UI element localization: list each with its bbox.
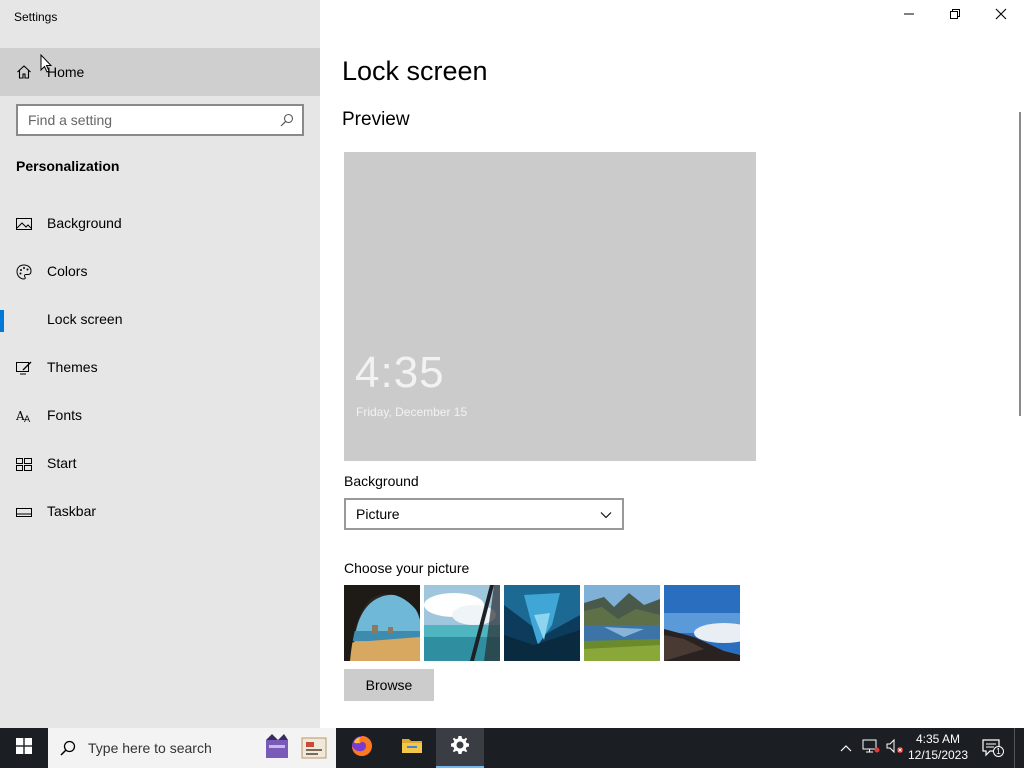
start-button[interactable] [0,728,48,768]
chevron-up-icon [840,739,852,757]
sidebar-item-colors[interactable]: Colors [0,250,320,294]
sidebar-item-start[interactable]: Start [0,442,320,486]
sidebar-item-label: Home [47,64,85,80]
taskbar-icon [16,504,32,520]
action-center-button[interactable]: 1 [980,728,1004,768]
picture-thumbnail[interactable] [424,585,500,661]
background-label: Background [344,473,419,489]
sidebar-item-label: Background [47,215,122,231]
lock-screen-icon [16,312,32,328]
background-dropdown-value: Picture [356,506,400,522]
page-title: Lock screen [342,56,488,86]
taskbar-firefox[interactable] [338,728,386,768]
sidebar-item-themes[interactable]: Themes [0,346,320,390]
picture-thumbnail[interactable] [504,585,580,661]
scrollbar[interactable] [1019,112,1021,416]
lock-screen-preview: 4:35 Friday, December 15 [344,152,756,461]
picture-thumbnail[interactable] [584,585,660,661]
volume-muted-icon [886,738,904,759]
taskbar-settings[interactable] [436,728,484,768]
app-title: Settings [14,10,58,24]
firefox-icon [350,734,374,763]
gear-icon [450,735,470,760]
fonts-icon: AA [15,408,32,425]
clock-date: 12/15/2023 [907,748,969,762]
search-box[interactable] [16,104,304,136]
picture-thumbnail[interactable] [344,585,420,661]
search-highlight-icon [262,732,328,768]
sidebar-item-label: Themes [47,359,98,375]
close-button[interactable] [978,0,1024,32]
search-icon [60,740,76,756]
sidebar-item-label: Colors [47,263,88,279]
section-heading: Personalization [16,158,120,174]
notification-badge: 1 [993,746,1004,757]
background-dropdown[interactable]: Picture [344,498,624,530]
taskbar-clock[interactable]: 4:35 AM 12/15/2023 [906,731,970,763]
svg-text:A: A [24,415,31,424]
chevron-down-icon [600,508,612,520]
sidebar-item-background[interactable]: Background [0,202,320,246]
taskbar: Type here to search 4:35 AM 12/15/2023 1 [0,728,1024,768]
browse-button[interactable]: Browse [344,669,434,701]
sidebar-item-lock-screen[interactable]: Lock screen [0,298,320,342]
sidebar-item-label: Lock screen [47,311,123,327]
mouse-cursor-icon [40,53,53,74]
taskbar-search[interactable]: Type here to search [48,728,336,768]
picture-thumbnail[interactable] [664,585,740,661]
choose-picture-label: Choose your picture [344,560,470,576]
windows-logo-icon [16,737,32,759]
palette-icon [16,264,32,280]
home-icon [16,64,32,80]
preview-date: Friday, December 15 [356,405,468,419]
themes-icon [16,360,32,376]
preview-heading: Preview [342,109,410,130]
restore-button[interactable] [932,0,978,32]
search-input[interactable] [18,106,268,134]
restore-icon [949,7,961,25]
clock-time: 4:35 AM [915,732,961,746]
picture-icon [16,216,32,232]
preview-time: 4:35 [355,348,445,397]
network-icon [862,738,880,759]
notification-icon: 1 [982,739,1004,757]
show-hidden-icons-button[interactable] [836,728,856,768]
start-icon [16,456,32,472]
folder-icon [400,734,424,763]
minimize-icon [903,7,915,25]
taskbar-search-text: Type here to search [88,740,212,756]
show-desktop-button[interactable] [1014,728,1024,768]
sidebar-item-label: Fonts [47,407,83,423]
network-button[interactable] [860,728,882,768]
sidebar-item-label: Start [47,455,77,471]
search-icon[interactable] [280,113,294,127]
volume-button[interactable] [884,728,906,768]
sidebar-item-label: Taskbar [47,503,97,519]
sidebar-item-fonts[interactable]: AA Fonts [0,394,320,438]
sidebar: Settings Home Personalization Background… [0,0,320,728]
minimize-button[interactable] [886,0,932,32]
taskbar-file-explorer[interactable] [388,728,436,768]
close-icon [995,7,1007,25]
sidebar-item-taskbar[interactable]: Taskbar [0,490,320,534]
